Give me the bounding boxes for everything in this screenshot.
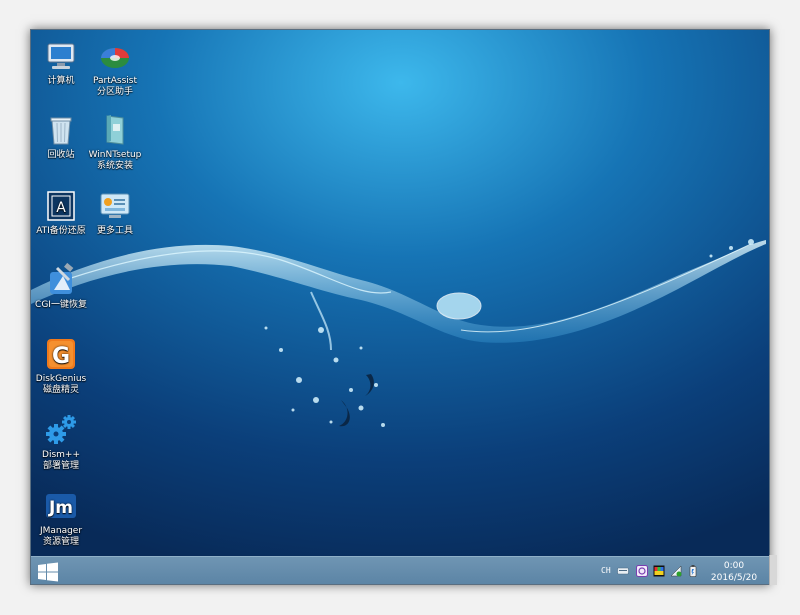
- taskbar: CH 0:00 2016/5/20: [31, 556, 769, 584]
- more-tools-icon: [100, 193, 130, 218]
- taskbar-clock[interactable]: 0:00 2016/5/20: [703, 560, 765, 584]
- clock-time: 0:00: [723, 561, 745, 571]
- desktop-icon-partassist[interactable]: PartAssist 分区助手: [85, 38, 145, 98]
- diskgenius-icon: G: [47, 339, 75, 369]
- display-icon[interactable]: [653, 565, 665, 577]
- desktop-icon-diskgenius[interactable]: G DiskGenius 磁盘精灵: [31, 336, 91, 396]
- desktop-icon-jmanager[interactable]: Jm JManager 资源管理: [31, 488, 91, 548]
- icon-label: 更多工具: [96, 226, 133, 236]
- icon-sublabel: 磁盘精灵: [42, 385, 79, 395]
- desktop-icon-winntsetup[interactable]: WinNTsetup 系统安装: [85, 112, 145, 172]
- desktop-icon-recycle-bin[interactable]: 回收站: [31, 112, 91, 161]
- dism-gear-icon: [46, 415, 76, 444]
- jmanager-icon: Jm: [46, 494, 76, 518]
- svg-text:Jm: Jm: [48, 498, 73, 518]
- winntsetup-icon: [106, 115, 124, 145]
- icon-label: DiskGenius: [35, 374, 87, 384]
- icon-label: 回收站: [47, 150, 75, 160]
- clock-date: 2016/5/20: [710, 573, 758, 583]
- desktop-icon-ati-backup[interactable]: A ATI备份还原: [31, 188, 91, 237]
- icon-label: ATI备份还原: [36, 226, 86, 236]
- desktop-screen: 计算机 PartAssist 分区助手 回收站 WinNTsetup 系统安装: [30, 29, 770, 585]
- keyboard-icon[interactable]: [617, 565, 629, 577]
- computer-icon: [47, 43, 75, 69]
- desktop-icon-more-tools[interactable]: 更多工具: [85, 188, 145, 237]
- desktop-icon-computer[interactable]: 计算机: [31, 38, 91, 87]
- svg-text:G: G: [52, 344, 70, 369]
- desktop-icon-dism[interactable]: Dism++ 部署管理: [31, 412, 91, 472]
- recycle-bin-icon: [50, 117, 72, 145]
- icon-sublabel: 部署管理: [42, 461, 79, 471]
- icon-label: Dism++: [42, 450, 80, 460]
- language-indicator[interactable]: CH: [601, 566, 611, 575]
- input-method-icon[interactable]: [636, 565, 648, 577]
- icon-sublabel: 分区助手: [96, 87, 133, 97]
- power-icon[interactable]: [687, 565, 699, 577]
- ati-backup-icon: A: [47, 191, 75, 221]
- windows-start-icon[interactable]: [37, 562, 59, 582]
- desktop-icon-cgi-restore[interactable]: CGI一键恢复: [31, 262, 91, 311]
- svg-text:A: A: [56, 200, 66, 216]
- icon-label: PartAssist: [92, 76, 138, 86]
- icon-label: CGI一键恢复: [35, 300, 87, 310]
- network-icon[interactable]: [670, 565, 682, 577]
- window-scrollbar[interactable]: [769, 555, 777, 585]
- icon-label: 计算机: [47, 76, 75, 86]
- icon-label: JManager: [39, 526, 83, 536]
- icon-sublabel: 系统安装: [96, 161, 133, 171]
- icon-label: WinNTsetup: [88, 150, 142, 160]
- icon-sublabel: 资源管理: [42, 537, 79, 547]
- partassist-icon: [101, 48, 129, 68]
- wallpaper: [31, 30, 769, 558]
- cgi-restore-icon: [50, 262, 74, 294]
